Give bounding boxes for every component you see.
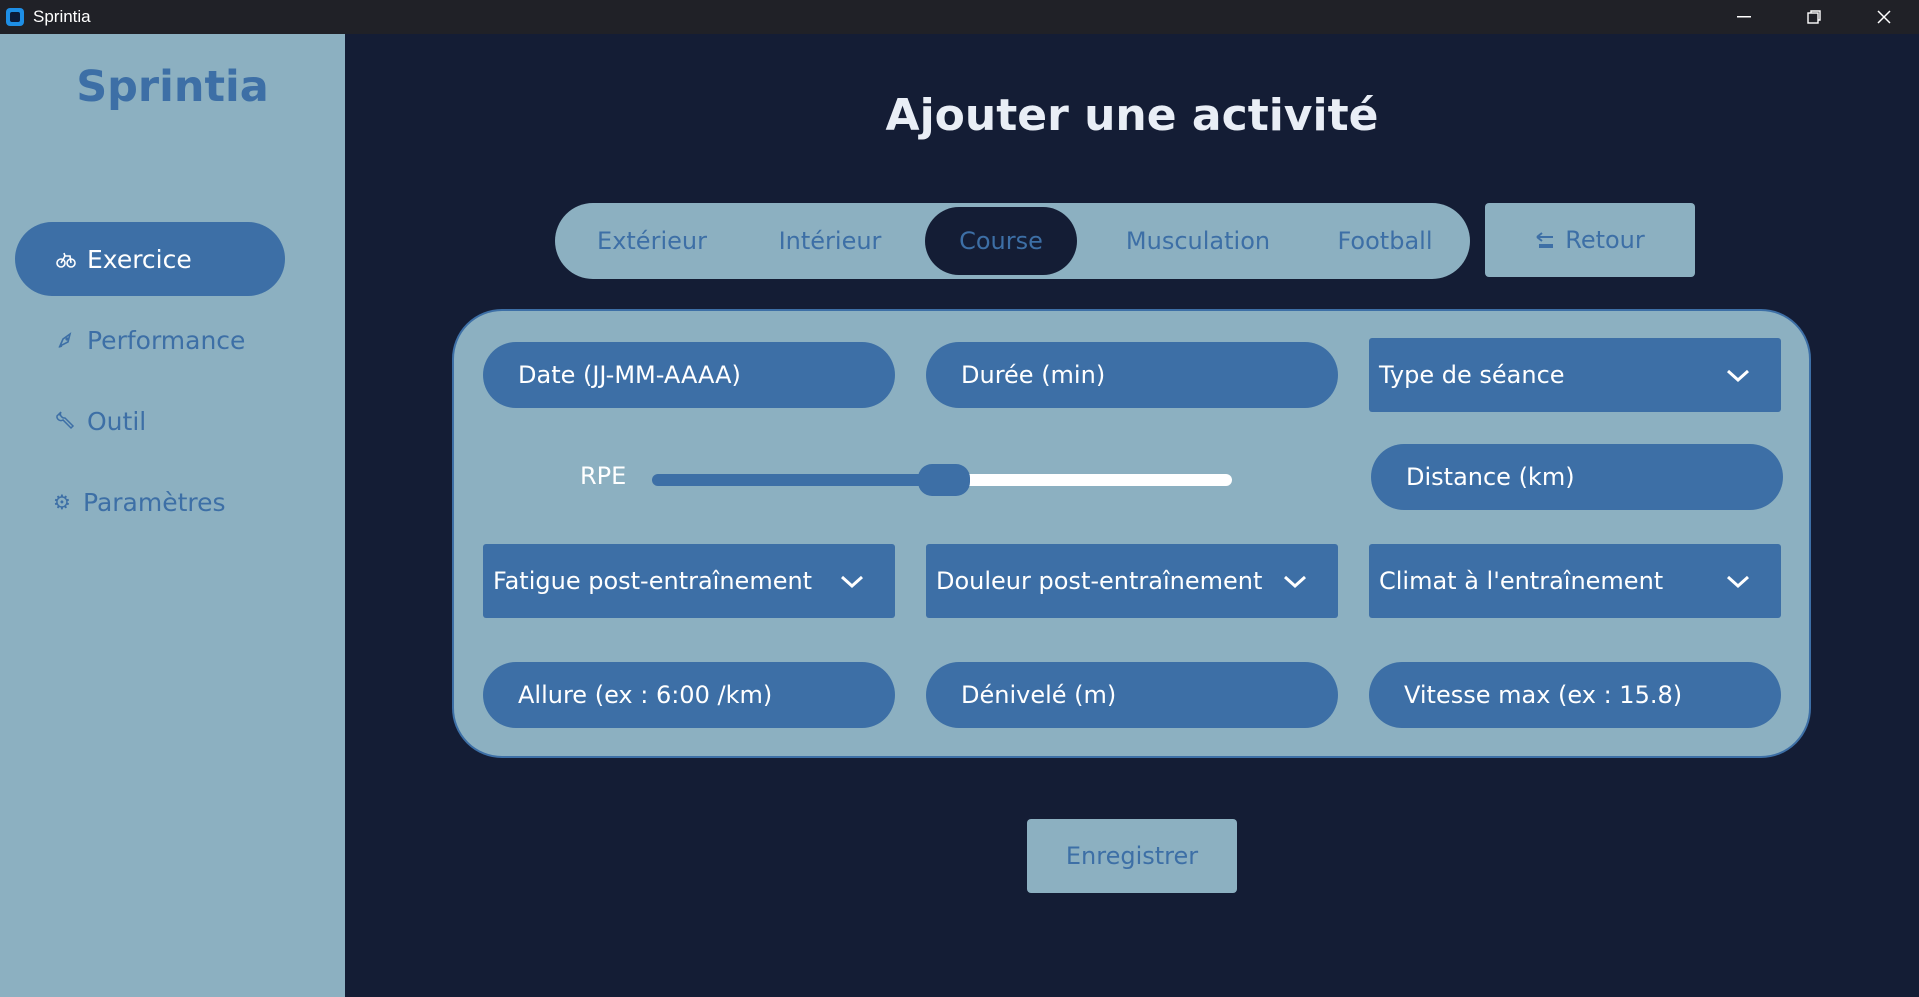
- sidebar-item-performance[interactable]: Performance: [15, 303, 285, 377]
- rocket-icon: [55, 329, 77, 351]
- pace-placeholder: Allure (ex : 6:00 /km): [518, 681, 773, 709]
- fatigue-label: Fatigue post-entraînement: [493, 567, 813, 595]
- distance-placeholder: Distance (km): [1406, 463, 1575, 491]
- back-label: Retour: [1565, 226, 1645, 254]
- window-controls: [1709, 0, 1919, 34]
- rpe-slider-handle[interactable]: [918, 464, 970, 496]
- pain-label: Douleur post-entraînement: [936, 567, 1263, 595]
- brand-title: Sprintia: [76, 62, 269, 112]
- close-button[interactable]: [1849, 0, 1919, 34]
- sidebar-item-exercice[interactable]: Exercice: [15, 222, 285, 296]
- rpe-slider-track-filled[interactable]: [652, 474, 942, 486]
- minimize-icon: [1737, 16, 1751, 18]
- activity-tabs: Extérieur Intérieur Course Musculation F…: [555, 203, 1470, 279]
- session-type-label: Type de séance: [1379, 361, 1565, 389]
- chevron-down-icon: [1283, 575, 1307, 589]
- distance-field[interactable]: Distance (km): [1371, 444, 1783, 510]
- sidebar-item-outil[interactable]: Outil: [15, 384, 285, 458]
- minimize-button[interactable]: [1709, 0, 1779, 34]
- sidebar-item-label: Outil: [87, 406, 147, 436]
- sidebar: Sprintia Exercice Performance Outil ⚙ Pa…: [0, 34, 345, 997]
- session-type-select[interactable]: Type de séance: [1369, 338, 1781, 412]
- back-arrow-icon: [1535, 229, 1557, 251]
- sidebar-item-parametres[interactable]: ⚙ Paramètres: [15, 465, 285, 539]
- elevation-placeholder: Dénivelé (m): [961, 681, 1117, 709]
- pace-field[interactable]: Allure (ex : 6:00 /km): [483, 662, 895, 728]
- window-title: Sprintia: [33, 7, 91, 26]
- tab-exterieur[interactable]: Extérieur: [577, 207, 727, 275]
- save-button[interactable]: Enregistrer: [1027, 819, 1237, 893]
- wrench-icon: [55, 410, 77, 432]
- tab-interieur[interactable]: Intérieur: [755, 207, 905, 275]
- close-icon: [1877, 10, 1891, 24]
- tab-course[interactable]: Course: [925, 207, 1077, 275]
- climate-label: Climat à l'entraînement: [1379, 567, 1664, 595]
- activity-form: Date (JJ-MM-AAAA) Durée (min) Type de sé…: [452, 309, 1811, 758]
- elevation-field[interactable]: Dénivelé (m): [926, 662, 1338, 728]
- pain-select[interactable]: Douleur post-entraînement: [926, 544, 1338, 618]
- page-title: Ajouter une activité: [885, 90, 1379, 141]
- bike-icon: [55, 248, 77, 270]
- climate-select[interactable]: Climat à l'entraînement: [1369, 544, 1781, 618]
- restore-icon: [1807, 10, 1821, 24]
- sidebar-item-label: Paramètres: [83, 487, 226, 517]
- duration-field[interactable]: Durée (min): [926, 342, 1338, 408]
- restore-button[interactable]: [1779, 0, 1849, 34]
- date-placeholder: Date (JJ-MM-AAAA): [518, 361, 741, 389]
- app-icon: [6, 8, 24, 26]
- chevron-down-icon: [1726, 369, 1750, 383]
- max-speed-placeholder: Vitesse max (ex : 15.8): [1404, 681, 1683, 709]
- back-button[interactable]: Retour: [1485, 203, 1695, 277]
- sidebar-item-label: Performance: [87, 325, 246, 355]
- fatigue-select[interactable]: Fatigue post-entraînement: [483, 544, 895, 618]
- chevron-down-icon: [1726, 575, 1750, 589]
- rpe-label: RPE: [580, 462, 627, 490]
- duration-placeholder: Durée (min): [961, 361, 1106, 389]
- sidebar-item-label: Exercice: [87, 244, 192, 274]
- window-titlebar: Sprintia: [0, 0, 1919, 34]
- chevron-down-icon: [840, 575, 864, 589]
- gear-icon: ⚙: [53, 490, 71, 514]
- date-field[interactable]: Date (JJ-MM-AAAA): [483, 342, 895, 408]
- max-speed-field[interactable]: Vitesse max (ex : 15.8): [1369, 662, 1781, 728]
- rpe-slider-track[interactable]: [942, 474, 1232, 486]
- tab-football[interactable]: Football: [1315, 207, 1455, 275]
- tab-musculation[interactable]: Musculation: [1103, 207, 1293, 275]
